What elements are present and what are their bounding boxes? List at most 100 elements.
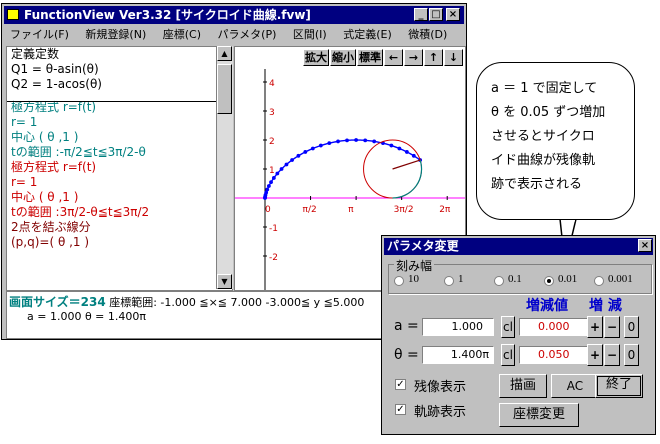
trace-point [284, 162, 289, 167]
theta-minus-button[interactable]: − [604, 344, 620, 366]
menu-interval[interactable]: 区間(I) [293, 28, 327, 41]
step-radio-0[interactable] [394, 276, 404, 286]
trace-point [411, 153, 416, 158]
definition-line: tの範囲 :3π/2-θ≦t≦3π/2 [11, 205, 150, 219]
a-minus-button[interactable]: − [604, 316, 620, 338]
coord-range-text: 座標範囲: -1.000 ≦×≦ 7.000 -3.000≦ y ≦5.000 [105, 296, 365, 309]
afterimage-checkbox[interactable]: ✓ [395, 379, 406, 390]
definition-line: r= 1 [11, 115, 38, 129]
menu-bar: ファイル(F) 新規登録(N) 座標(C) パラメタ(P) 区間(I) 式定義(… [4, 26, 464, 44]
definition-line: 極方程式 r=f(t) [11, 160, 97, 174]
bubble-line: させるとサイクロ [491, 129, 595, 144]
title-bar[interactable]: FunctionView Ver3.32 [サイクロイド曲線.fvw] _ □ … [4, 6, 464, 24]
trace-point [265, 187, 270, 192]
menu-param[interactable]: パラメタ(P) [218, 28, 277, 41]
step-group-label: 刻み幅 [394, 257, 435, 274]
trace-point [296, 153, 301, 158]
theta-label: θ = [394, 347, 419, 363]
menu-new[interactable]: 新規登録(N) [85, 28, 146, 41]
scroll-down-arrow[interactable]: ▼ [217, 274, 232, 289]
draw-button[interactable]: 描画 [499, 374, 547, 398]
trace-point [336, 139, 340, 144]
step-radio-label: 10 [408, 273, 419, 285]
trace-point [318, 143, 323, 148]
minimize-button[interactable]: _ [414, 8, 428, 21]
trace-point [279, 167, 284, 171]
step-radio-2[interactable] [494, 276, 504, 286]
bubble-line: 跡で表示される [491, 177, 583, 192]
definition-line: 中心 ( θ ,1 ) [11, 190, 79, 204]
explanation-bubble: a ＝ 1 で固定して θ を 0.05 ずつ増加 させるとサイクロ イド曲線が… [476, 62, 635, 220]
app-icon [7, 9, 19, 20]
dialog-title-bar[interactable]: パラメタ変更 × [384, 238, 653, 255]
definition-line: 2点を結ぶ線分 [11, 220, 91, 234]
step-radio-label: 0.001 [608, 273, 633, 285]
bubble-line: a ＝ 1 で固定して [491, 81, 598, 96]
definition-line [9, 92, 232, 100]
a-zero-button[interactable]: 0 [624, 316, 639, 338]
trace-point [327, 141, 332, 146]
theta-zero-button[interactable]: 0 [624, 344, 639, 366]
a-step-input[interactable]: 0.000 [519, 318, 589, 336]
x-tick-label: 0 [265, 205, 271, 215]
definition-line: 中心 ( θ ,1 ) [11, 130, 79, 144]
menu-file[interactable]: ファイル(F) [10, 28, 69, 41]
scroll-thumb[interactable] [217, 64, 232, 114]
trace-label: 軌跡表示 [414, 405, 467, 420]
y-tick-label: -2 [269, 253, 278, 263]
step-radio-3[interactable] [544, 276, 554, 286]
step-radio-4[interactable] [594, 276, 604, 286]
definition-line: r= 1 [11, 175, 38, 189]
x-tick-label: π/2 [303, 205, 317, 215]
trace-point [354, 138, 359, 142]
trace-point [310, 146, 315, 151]
maximize-button[interactable]: □ [429, 8, 443, 21]
close-button[interactable]: × [446, 8, 460, 21]
x-tick-label: 2π [439, 205, 451, 215]
end-button[interactable]: 終了 [595, 374, 643, 398]
trace-point [290, 158, 294, 162]
theta-clear-button[interactable]: cl [501, 344, 515, 366]
trace-point [389, 143, 394, 148]
definition-line: (p,q)=( θ ,1 ) [11, 235, 90, 249]
step-radio-1[interactable] [444, 276, 454, 286]
trace-point [303, 150, 308, 154]
ac-button[interactable]: AC [551, 374, 599, 398]
trace-point [345, 138, 349, 143]
menu-formula[interactable]: 式定義(E) [343, 28, 392, 41]
trace-checkbox[interactable]: ✓ [395, 404, 406, 415]
scroll-up-arrow[interactable]: ▲ [217, 46, 232, 61]
definition-line: 極方程式 r=f(t) [11, 100, 97, 114]
divider [7, 101, 223, 102]
step-radio-label: 0.1 [508, 273, 522, 285]
vertical-scrollbar[interactable]: ▲ ▼ [216, 46, 233, 289]
screen-size-label: 画面サイズ＝234 [9, 295, 106, 309]
cycloid-curve [264, 139, 420, 199]
a-plus-button[interactable]: + [587, 316, 603, 338]
menu-calculus[interactable]: 微積(D) [408, 28, 447, 41]
y-tick-label: -1 [269, 224, 278, 234]
trace-point [397, 146, 402, 151]
a-clear-button[interactable]: cl [501, 316, 515, 338]
dialog-title: パラメタ変更 [387, 239, 459, 253]
change-coords-button[interactable]: 座標変更 [499, 403, 579, 427]
rolled-arc [392, 159, 423, 199]
radius-line [392, 159, 421, 170]
a-value-input[interactable]: 1.000 [422, 318, 494, 336]
x-tick-label: 3π/2 [394, 205, 414, 215]
theta-value-input[interactable]: 1.400π [422, 346, 494, 364]
theta-plus-button[interactable]: + [587, 344, 603, 366]
step-radio-label: 0.01 [558, 273, 578, 285]
step-radio-label: 1 [458, 273, 464, 285]
inc-dec-heading: 増 減 [589, 298, 622, 314]
step-value-heading: 増減値 [526, 298, 568, 314]
y-tick-label: 3 [269, 108, 275, 118]
trace-point [404, 150, 409, 154]
a-label: a = [394, 318, 419, 334]
dialog-close-button[interactable]: × [638, 239, 652, 252]
theta-step-input[interactable]: 0.050 [519, 346, 589, 364]
x-tick-label: π [348, 205, 354, 215]
definition-line: tの範囲 :-π/2≦t≦3π/2-θ [11, 145, 146, 159]
param-values-text: a = 1.000 θ = 1.400π [27, 310, 146, 323]
menu-coord[interactable]: 座標(C) [163, 28, 201, 41]
